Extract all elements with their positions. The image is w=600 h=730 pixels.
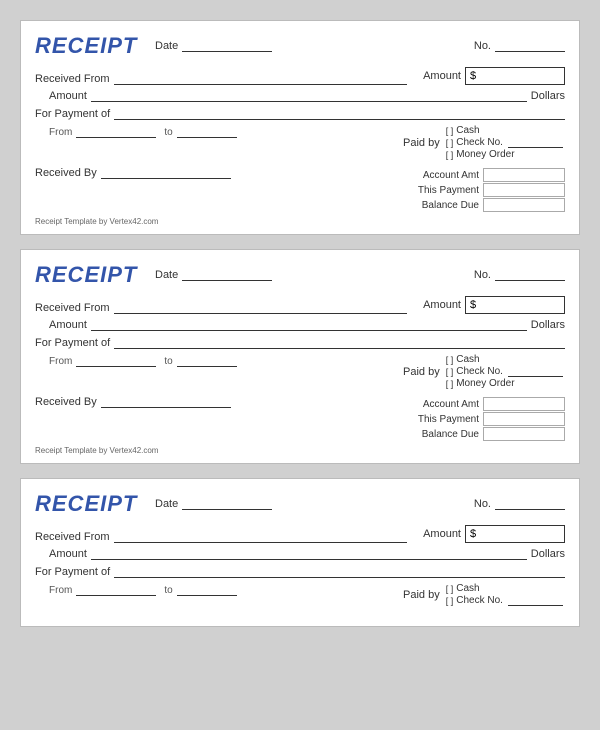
this-payment-row-1: This Payment [403,183,565,197]
account-amt-row-2: Account Amt [403,397,565,411]
date-label-1: Date [155,40,178,52]
received-from-line-3 [114,530,408,543]
amount-label-2: Amount [423,299,461,311]
dollars-line-2 [91,318,527,331]
for-payment-line-1 [114,107,565,120]
date-label-2: Date [155,269,178,281]
no-line-3 [495,498,565,510]
to-line-3 [177,583,237,596]
for-payment-label-2: For Payment of [35,337,110,349]
dollars-label-2: Amount [49,319,87,331]
dollars-label-3: Amount [49,548,87,560]
cash-option-2: [ ] Cash [446,354,563,365]
to-label-1: to [164,127,172,138]
account-table-1: Account Amt This Payment Balance Due [403,168,565,212]
for-payment-label-1: For Payment of [35,108,110,120]
money-order-option-2: [ ] Money Order [446,378,563,389]
dollars-text-1: Dollars [531,90,565,102]
paid-by-label-1: Paid by [403,137,440,149]
no-line-2 [495,269,565,281]
cash-option-1: [ ] Cash [446,125,563,136]
check-option-2: [ ] Check No. [446,366,563,377]
account-table-2: Account Amt This Payment Balance Due [403,397,565,441]
no-line-1 [495,40,565,52]
received-from-line-1 [114,72,408,85]
check-option-3: [ ] Check No. [446,595,563,606]
amount-box-1: $ [465,67,565,85]
no-label-1: No. [474,40,491,52]
amount-box-2: $ [465,296,565,314]
to-line-1 [177,125,237,138]
receipt-3: RECEIPT Date No. Received From Amount $ … [20,478,580,627]
receipt-footer-1: Receipt Template by Vertex42.com [35,217,565,226]
for-payment-line-3 [114,565,565,578]
received-by-line-2 [101,395,231,408]
from-line-3 [76,583,156,596]
date-label-3: Date [155,498,178,510]
paid-by-label-2: Paid by [403,366,440,378]
account-amt-value-2 [483,397,565,411]
no-label-2: No. [474,269,491,281]
check-option-1: [ ] Check No. [446,137,563,148]
account-amt-row-1: Account Amt [403,168,565,182]
from-line-2 [76,354,156,367]
no-label-3: No. [474,498,491,510]
received-from-line-2 [114,301,408,314]
amount-symbol-2: $ [470,299,476,311]
amount-symbol-1: $ [470,70,476,82]
dollars-line-1 [91,89,527,102]
balance-due-value-1 [483,198,565,212]
balance-due-row-1: Balance Due [403,198,565,212]
to-label-3: to [164,585,172,596]
amount-box-3: $ [465,525,565,543]
received-from-label-3: Received From [35,531,110,543]
cash-option-3: [ ] Cash [446,583,563,594]
receipt-2: RECEIPT Date No. Received From Amount $ … [20,249,580,464]
received-from-label-1: Received From [35,73,110,85]
date-line-3 [182,498,272,510]
receipt-1: RECEIPT Date No. Received From Amount $ … [20,20,580,235]
money-order-option-1: [ ] Money Order [446,149,563,160]
amount-label-3: Amount [423,528,461,540]
received-by-label-2: Received By [35,396,97,408]
balance-due-value-2 [483,427,565,441]
receipt-title-1: RECEIPT [35,33,145,59]
amount-label-1: Amount [423,70,461,82]
for-payment-label-3: For Payment of [35,566,110,578]
to-label-2: to [164,356,172,367]
from-label-2: From [49,356,72,367]
balance-due-label-1: Balance Due [403,200,483,211]
receipt-title-2: RECEIPT [35,262,145,288]
for-payment-line-2 [114,336,565,349]
dollars-text-3: Dollars [531,548,565,560]
this-payment-label-1: This Payment [403,185,483,196]
dollars-text-2: Dollars [531,319,565,331]
received-by-label-1: Received By [35,167,97,179]
account-amt-label-1: Account Amt [403,170,483,181]
paid-by-label-3: Paid by [403,589,440,601]
balance-due-row-2: Balance Due [403,427,565,441]
from-line-1 [76,125,156,138]
receipt-footer-2: Receipt Template by Vertex42.com [35,446,565,455]
received-by-line-1 [101,166,231,179]
to-line-2 [177,354,237,367]
this-payment-value-1 [483,183,565,197]
balance-due-label-2: Balance Due [403,429,483,440]
this-payment-value-2 [483,412,565,426]
dollars-line-3 [91,547,527,560]
date-line-2 [182,269,272,281]
received-from-label-2: Received From [35,302,110,314]
account-amt-label-2: Account Amt [403,399,483,410]
amount-symbol-3: $ [470,528,476,540]
dollars-label-1: Amount [49,90,87,102]
this-payment-row-2: This Payment [403,412,565,426]
this-payment-label-2: This Payment [403,414,483,425]
from-label-1: From [49,127,72,138]
date-line-1 [182,40,272,52]
account-amt-value-1 [483,168,565,182]
from-label-3: From [49,585,72,596]
receipt-title-3: RECEIPT [35,491,145,517]
